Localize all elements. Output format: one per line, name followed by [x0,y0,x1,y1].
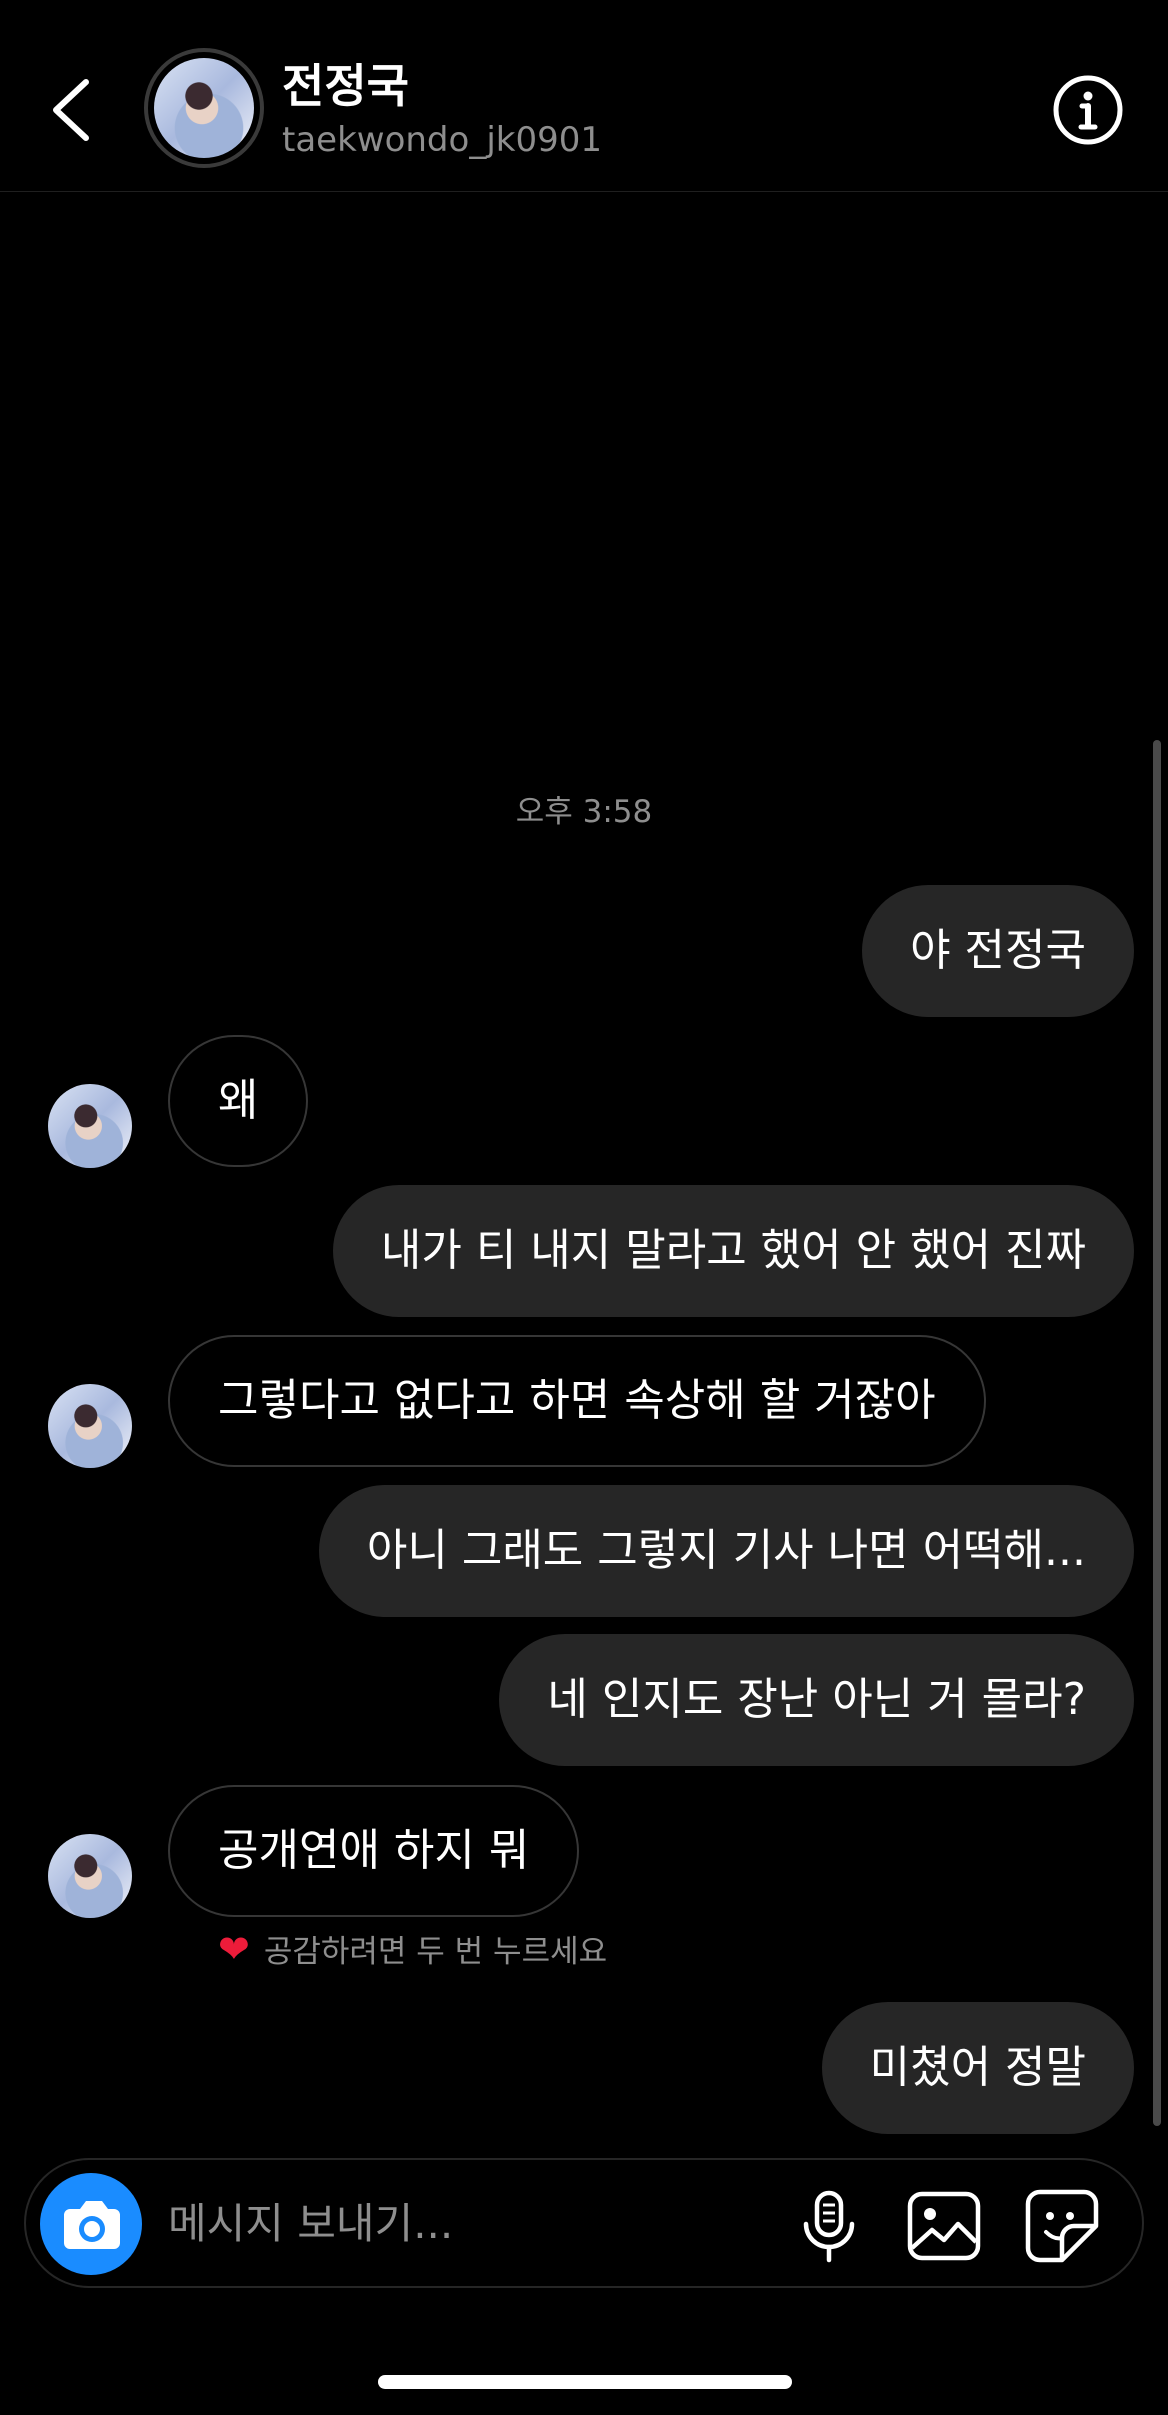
sender-avatar[interactable] [48,1084,132,1168]
home-indicator[interactable] [378,2375,792,2389]
message-timestamp: 오후 3:58 [515,794,653,830]
heart-icon: ❤ [218,1926,250,1971]
reaction-hint: ❤ 공감하려면 두 번 누르세요 [218,1926,607,1971]
message-bubble-incoming[interactable]: 그렇다고 없다고 하면 속상해 할 거잖아 [168,1335,986,1467]
back-button[interactable] [44,70,104,150]
chevron-left-icon [53,79,89,141]
sticker-button[interactable] [1024,2188,1100,2264]
contact-name[interactable]: 전정국 [282,50,409,116]
scrollbar[interactable] [1153,740,1161,2126]
message-composer [24,2158,1144,2288]
info-button[interactable] [1052,74,1124,146]
message-bubble-incoming[interactable]: 공개연애 하지 뭐 [168,1785,580,1917]
message-bubble-outgoing[interactable]: 야 전정국 [862,885,1134,1017]
profile-avatar[interactable] [144,48,264,168]
image-icon [907,2191,981,2261]
camera-icon [64,2201,120,2249]
sticker-icon [1025,2189,1099,2263]
voice-message-button[interactable] [796,2190,862,2264]
chat-header: 전정국 taekwondo_jk0901 [0,0,1168,192]
sender-avatar[interactable] [48,1834,132,1918]
info-icon [1053,75,1123,145]
reaction-hint-text: 공감하려면 두 번 누르세요 [263,1934,608,1970]
message-bubble-outgoing[interactable]: 아니 그래도 그렇지 기사 나면 어떡해... [318,1485,1134,1617]
sender-avatar[interactable] [48,1384,132,1468]
message-bubble-outgoing[interactable]: 내가 티 내지 말라고 했어 안 했어 진짜 [332,1185,1134,1317]
message-input[interactable] [168,2160,768,2286]
gallery-button[interactable] [906,2190,982,2262]
avatar-image [154,58,254,158]
message-bubble-incoming[interactable]: 왜 [168,1035,309,1167]
camera-button[interactable] [40,2173,142,2275]
message-bubble-outgoing[interactable]: 미쳤어 정말 [821,2002,1134,2134]
dm-screen: 전정국 taekwondo_jk0901 오후 3:58 야 전정국 왜 내가 … [0,0,1168,2415]
contact-username[interactable]: taekwondo_jk0901 [282,120,602,160]
message-bubble-outgoing[interactable]: 네 인지도 장난 아닌 거 몰라? [499,1634,1134,1766]
microphone-icon [803,2190,855,2263]
